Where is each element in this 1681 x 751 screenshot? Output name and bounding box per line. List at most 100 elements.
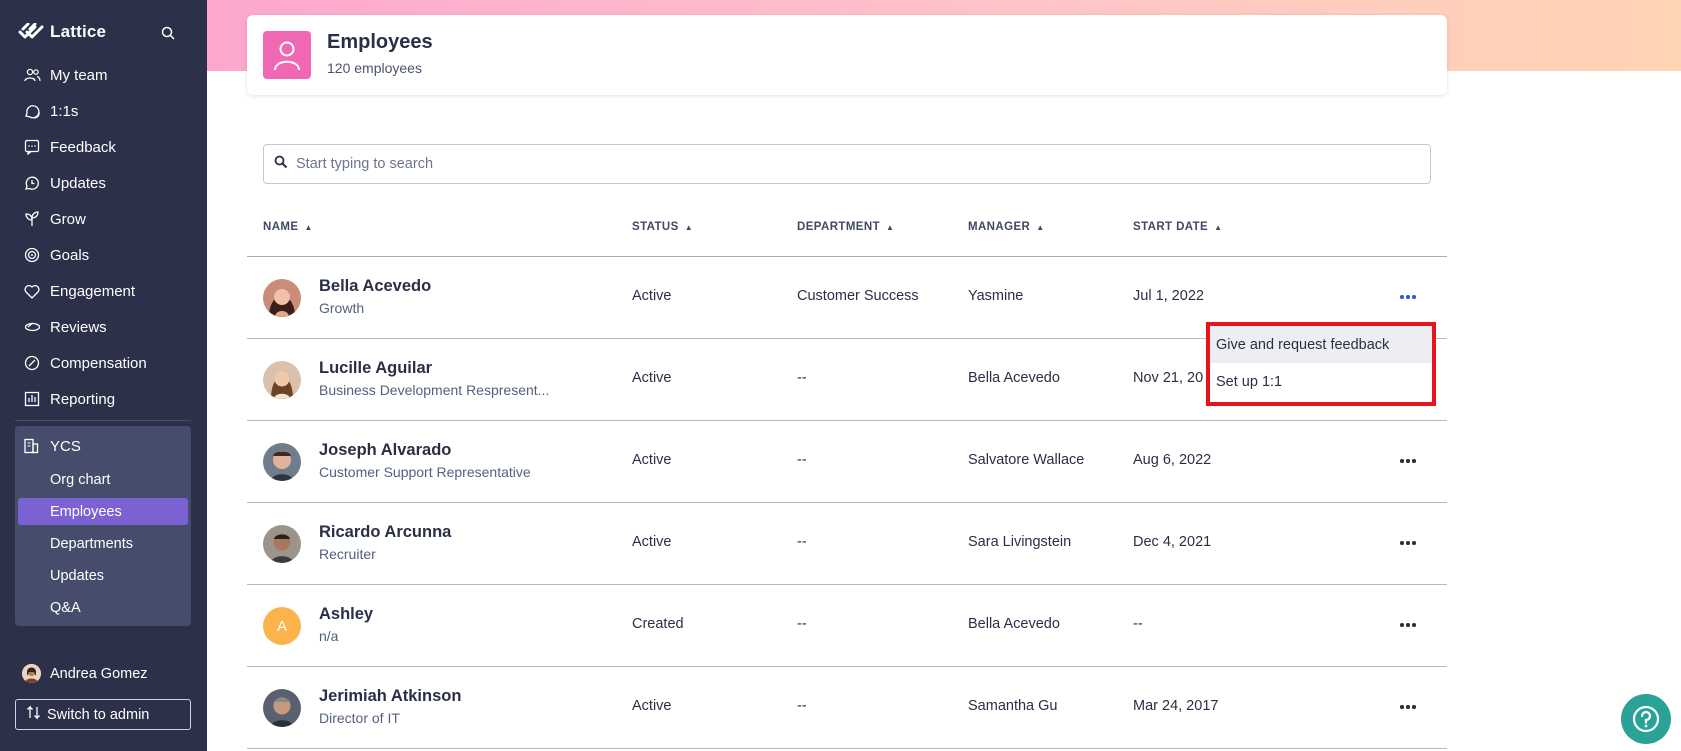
employee-name: Bella Acevedo — [319, 277, 432, 295]
manager-cell: Sara Livingstein — [968, 534, 1072, 550]
avatar: A — [263, 607, 301, 645]
give-and-request-feedback-option[interactable]: Give and request feedback — [1210, 326, 1432, 363]
search-icon[interactable] — [161, 26, 175, 45]
status-cell: Active — [632, 534, 672, 550]
user-avatar — [22, 664, 41, 683]
employee-role: Business Development Respresent... — [319, 382, 550, 398]
start-date-cell: Aug 6, 2022 — [1133, 452, 1212, 468]
nav-label: Updates — [50, 174, 106, 192]
department-cell: -- — [797, 534, 807, 550]
more-options-icon[interactable] — [1396, 613, 1420, 637]
heart-icon — [23, 282, 41, 300]
current-user[interactable]: Andrea Gomez — [22, 664, 148, 683]
sidebar-item-employees[interactable]: Employees — [18, 498, 188, 525]
person-icon — [263, 31, 311, 79]
page-title: Employees — [327, 31, 433, 53]
status-cell: Active — [632, 370, 672, 386]
nav-item-goals[interactable]: Goals — [0, 237, 207, 273]
status-cell: Active — [632, 288, 672, 304]
column-header-department[interactable]: DEPARTMENT ▲ — [797, 221, 894, 233]
column-header-label: START DATE — [1133, 221, 1209, 233]
sidebar: Lattice My team 1:1s Feedback Updates Gr… — [0, 0, 207, 751]
column-header-manager[interactable]: MANAGER ▲ — [968, 221, 1045, 233]
company-header[interactable]: YCS — [15, 426, 191, 466]
reporting-icon — [23, 390, 41, 408]
department-cell: -- — [797, 452, 807, 468]
nav-item-reporting[interactable]: Reporting — [0, 381, 207, 417]
set-up-one-on-one-option[interactable]: Set up 1:1 — [1210, 363, 1432, 400]
sort-arrow-icon: ▲ — [304, 222, 313, 232]
main-nav: My team 1:1s Feedback Updates Grow Goals… — [0, 57, 207, 417]
avatar — [263, 361, 301, 399]
sidebar-item-org-chart[interactable]: Org chart — [18, 466, 188, 493]
nav-label: Goals — [50, 246, 90, 264]
switch-to-admin-button[interactable]: Switch to admin — [15, 699, 191, 730]
nav-item-my-team[interactable]: My team — [0, 57, 207, 93]
nav-item-reviews[interactable]: Reviews — [0, 309, 207, 345]
column-header-name[interactable]: NAME ▲ — [263, 221, 313, 233]
column-header-start-date[interactable]: START DATE ▲ — [1133, 221, 1222, 233]
page-header-card: Employees 120 employees — [247, 15, 1447, 95]
lattice-logo[interactable]: Lattice — [18, 22, 106, 42]
question-mark-icon — [1632, 705, 1660, 733]
employee-role: Director of IT — [319, 710, 400, 726]
nav-item-one-on-ones[interactable]: 1:1s — [0, 93, 207, 129]
banner-spacer — [1447, 71, 1681, 91]
table-row[interactable]: A Ashley n/a Created -- Bella Acevedo -- — [247, 585, 1447, 667]
table-row[interactable]: Jerimiah Atkinson Director of IT Active … — [247, 667, 1447, 749]
nav-label: Engagement — [50, 282, 136, 300]
nav-label: My team — [50, 66, 108, 84]
employee-name: Jerimiah Atkinson — [319, 687, 462, 705]
compensation-icon — [23, 354, 41, 372]
company-section: YCS Org chart Employees Departments Upda… — [15, 426, 191, 626]
sidebar-item-qa[interactable]: Q&A — [18, 594, 188, 621]
sidebar-item-updates[interactable]: Updates — [18, 562, 188, 589]
search-field[interactable] — [263, 144, 1431, 184]
employee-name: Lucille Aguilar — [319, 359, 433, 377]
avatar — [263, 279, 301, 317]
more-options-icon[interactable] — [1396, 285, 1420, 309]
employee-role: Recruiter — [319, 546, 376, 562]
column-header-status[interactable]: STATUS ▲ — [632, 221, 693, 233]
manager-cell: Samantha Gu — [968, 698, 1058, 714]
column-header-label: NAME — [263, 221, 299, 233]
status-cell: Created — [632, 616, 684, 632]
updates-icon — [23, 174, 41, 192]
nav-label: 1:1s — [50, 102, 79, 120]
table-row[interactable]: Ricardo Arcunna Recruiter Active -- Sara… — [247, 503, 1447, 585]
search-input[interactable] — [296, 156, 1396, 172]
nav-item-updates[interactable]: Updates — [0, 165, 207, 201]
employee-name: Ashley — [319, 605, 374, 623]
table-row[interactable]: Joseph Alvarado Customer Support Represe… — [247, 421, 1447, 503]
start-date-cell: Nov 21, 20 — [1133, 370, 1204, 386]
feedback-icon — [23, 138, 41, 156]
nav-label: Reviews — [50, 318, 107, 336]
nav-label: Feedback — [50, 138, 116, 156]
more-options-icon[interactable] — [1396, 531, 1420, 555]
user-name: Andrea Gomez — [50, 665, 148, 682]
avatar — [263, 689, 301, 727]
column-header-label: MANAGER — [968, 221, 1031, 233]
nav-item-grow[interactable]: Grow — [0, 201, 207, 237]
department-cell: -- — [797, 370, 807, 386]
chat-bubbles-icon — [23, 102, 41, 120]
avatar — [263, 443, 301, 481]
employee-role: Growth — [319, 300, 365, 316]
nav-item-engagement[interactable]: Engagement — [0, 273, 207, 309]
department-cell: -- — [797, 698, 807, 714]
column-header-label: STATUS — [632, 221, 679, 233]
sidebar-item-departments[interactable]: Departments — [18, 530, 188, 557]
employee-count: 120 employees — [327, 60, 422, 76]
nav-item-compensation[interactable]: Compensation — [0, 345, 207, 381]
more-options-icon[interactable] — [1396, 695, 1420, 719]
help-button[interactable] — [1621, 694, 1671, 744]
reviews-icon — [23, 318, 41, 336]
start-date-cell: Dec 4, 2021 — [1133, 534, 1212, 550]
nav-label: Reporting — [50, 390, 116, 408]
company-label: YCS — [50, 437, 81, 455]
status-cell: Active — [632, 452, 672, 468]
switch-to-admin-label: Switch to admin — [47, 706, 150, 723]
employee-name: Joseph Alvarado — [319, 441, 452, 459]
nav-item-feedback[interactable]: Feedback — [0, 129, 207, 165]
more-options-icon[interactable] — [1396, 449, 1420, 473]
